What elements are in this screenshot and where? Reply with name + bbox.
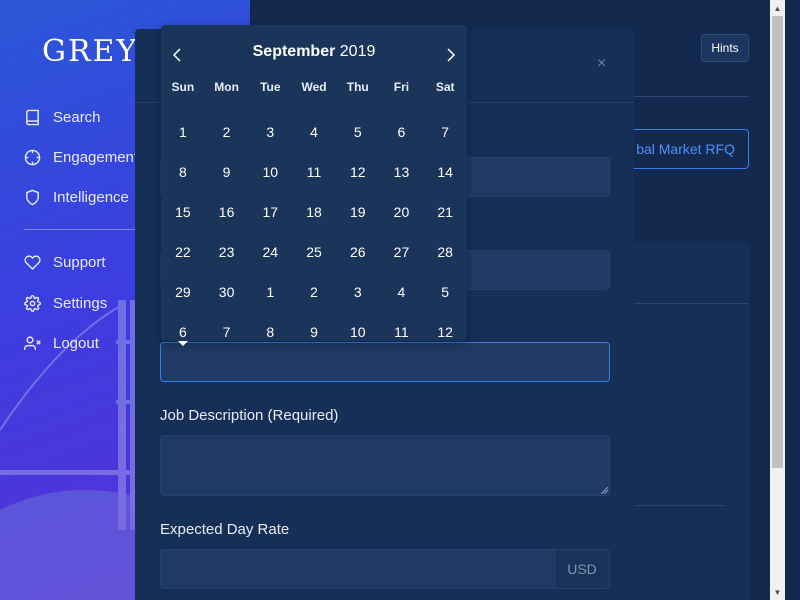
crosshair-icon — [24, 149, 41, 165]
shield-icon — [26, 189, 39, 205]
day-cell[interactable]: 22 — [161, 244, 205, 260]
day-cell[interactable]: 30 — [205, 284, 249, 300]
book-icon — [26, 109, 39, 125]
user-x-icon — [24, 335, 41, 350]
sidebar-item-logout[interactable]: Logout — [24, 332, 99, 354]
day-cell[interactable]: 17 — [248, 204, 292, 220]
weekday-label: Tue — [260, 80, 281, 94]
day-cell[interactable]: 18 — [292, 204, 336, 220]
day-cell[interactable]: 9 — [292, 324, 336, 340]
weekday-label: Mon — [214, 80, 239, 94]
weekday-label: Sat — [435, 80, 455, 94]
close-icon[interactable]: × — [597, 55, 606, 73]
day-cell[interactable]: 2 — [292, 284, 336, 300]
day-cell[interactable]: 6 — [380, 124, 424, 140]
day-cell[interactable]: 27 — [380, 244, 424, 260]
day-cell[interactable]: 19 — [336, 204, 380, 220]
scroll-down-arrow-icon[interactable]: ▼ — [770, 584, 785, 600]
day-cell[interactable]: 12 — [423, 324, 467, 340]
day-cell[interactable]: 5 — [336, 124, 380, 140]
day-cell[interactable]: 13 — [380, 164, 424, 180]
day-cell[interactable]: 15 — [161, 204, 205, 220]
day-cell[interactable]: 8 — [248, 324, 292, 340]
week-row: 1 2 3 4 5 6 7 — [161, 112, 467, 152]
sidebar-item-label: Logout — [53, 334, 99, 352]
day-cell[interactable]: 26 — [336, 244, 380, 260]
sidebar-item-label: Engagement — [53, 148, 139, 166]
datepicker-pointer-icon — [178, 341, 188, 346]
day-cell[interactable]: 5 — [423, 284, 467, 300]
day-cell[interactable]: 8 — [161, 164, 205, 180]
weekday-header: Sun Mon Tue Wed Thu Fri Sat — [161, 77, 467, 97]
day-cell[interactable]: 2 — [205, 124, 249, 140]
panel-divider-lower — [634, 505, 726, 506]
weekday-label: Thu — [346, 80, 369, 94]
day-cell[interactable]: 11 — [292, 164, 336, 180]
weekday-label: Fri — [393, 80, 410, 94]
datepicker-month: September — [252, 43, 336, 60]
day-cell[interactable]: 4 — [380, 284, 424, 300]
datepicker-grid: Sun Mon Tue Wed Thu Fri Sat 1 2 3 4 5 6 … — [161, 77, 467, 352]
day-cell[interactable]: 1 — [161, 124, 205, 140]
day-cell[interactable]: 21 — [423, 204, 467, 220]
day-cell[interactable]: 16 — [205, 204, 249, 220]
day-cell[interactable]: 14 — [423, 164, 467, 180]
datepicker-year: 2019 — [339, 43, 376, 60]
week-row: 15 16 17 18 19 20 21 — [161, 192, 467, 232]
sidebar-item-label: Search — [53, 108, 101, 126]
day-cell[interactable]: 12 — [336, 164, 380, 180]
day-cell[interactable]: 10 — [248, 164, 292, 180]
sidebar-item-label: Settings — [53, 294, 108, 312]
day-cell[interactable]: 6 — [161, 324, 205, 340]
week-row: 6 7 8 9 10 11 12 — [161, 312, 467, 352]
day-cell[interactable]: 10 — [336, 324, 380, 340]
content-panel — [634, 243, 749, 600]
panel-divider — [634, 303, 749, 304]
datepicker: September 2019 Sun Mon Tue Wed Thu Fri S… — [161, 25, 467, 341]
job-description-textarea[interactable] — [160, 435, 610, 496]
scrollbar-thumb[interactable] — [772, 16, 783, 468]
day-cell[interactable]: 1 — [248, 284, 292, 300]
day-rate-label: Expected Day Rate — [160, 521, 290, 538]
day-cell[interactable]: 4 — [292, 124, 336, 140]
sidebar-item-search[interactable]: Search — [24, 106, 101, 128]
sidebar-item-label: Support — [53, 253, 106, 271]
hints-button[interactable]: Hints — [701, 34, 749, 62]
day-cell[interactable]: 7 — [423, 124, 467, 140]
day-cell[interactable]: 24 — [248, 244, 292, 260]
datepicker-title: September 2019 — [161, 43, 467, 61]
day-cell[interactable]: 29 — [161, 284, 205, 300]
gear-icon — [24, 294, 41, 312]
day-cell[interactable]: 3 — [336, 284, 380, 300]
sidebar-item-label: Intelligence — [53, 188, 129, 206]
week-row: 8 9 10 11 12 13 14 — [161, 152, 467, 192]
chevron-right-icon[interactable] — [442, 47, 458, 63]
day-cell[interactable]: 7 — [205, 324, 249, 340]
day-cell[interactable]: 20 — [380, 204, 424, 220]
scroll-up-arrow-icon[interactable]: ▲ — [770, 0, 785, 16]
day-cell[interactable]: 25 — [292, 244, 336, 260]
day-cell[interactable]: 9 — [205, 164, 249, 180]
day-cell[interactable]: 23 — [205, 244, 249, 260]
sidebar-item-settings[interactable]: Settings — [24, 292, 107, 314]
sidebar-item-engagement[interactable]: Engagement — [24, 146, 138, 168]
week-row: 29 30 1 2 3 4 5 — [161, 272, 467, 312]
day-rate-input[interactable] — [160, 549, 555, 589]
job-description-label: Job Description (Required) — [160, 407, 339, 424]
sidebar-item-intelligence[interactable]: Intelligence — [24, 186, 129, 208]
currency-addon: USD — [554, 549, 610, 589]
weekday-label: Wed — [301, 80, 327, 94]
day-cell[interactable]: 3 — [248, 124, 292, 140]
weekday-label: Sun — [171, 80, 195, 94]
header-divider — [634, 96, 749, 97]
week-row: 22 23 24 25 26 27 28 — [161, 232, 467, 272]
day-cell[interactable]: 28 — [423, 244, 467, 260]
resize-grip-icon[interactable] — [601, 487, 608, 494]
day-cell[interactable]: 11 — [380, 324, 424, 340]
sidebar-item-support[interactable]: Support — [24, 251, 106, 273]
heart-icon — [24, 254, 41, 270]
